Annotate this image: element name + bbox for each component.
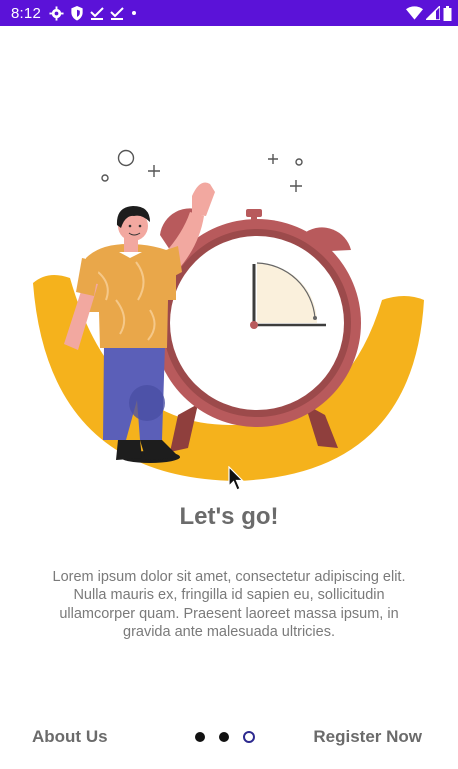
status-bar: 8:12 (0, 0, 458, 26)
battery-icon (443, 5, 452, 21)
mouse-pointer-icon (228, 466, 244, 491)
onboarding-illustration (33, 149, 424, 481)
signal-icon (426, 6, 440, 20)
about-us-button[interactable]: About Us (20, 718, 120, 756)
page-dot-1[interactable] (195, 732, 205, 742)
shield-icon (70, 5, 84, 21)
gear-icon (49, 5, 64, 21)
register-now-button[interactable]: Register Now (301, 718, 434, 756)
page-dot-3-active[interactable] (243, 731, 255, 743)
page-dot-2[interactable] (219, 732, 229, 742)
page-indicator (195, 731, 255, 743)
wifi-icon (406, 6, 423, 20)
notification-icons (49, 5, 138, 21)
dot-icon (130, 9, 138, 17)
onboarding-title: Let's go! (179, 503, 279, 530)
download-check-icon (90, 6, 104, 20)
status-time: 8:12 (11, 4, 41, 22)
system-icons (406, 0, 452, 26)
download-check-icon (110, 6, 124, 20)
onboarding-navigation: About Us Register Now (0, 718, 458, 756)
onboarding-description: Lorem ipsum dolor sit amet, consectetur … (52, 569, 406, 641)
